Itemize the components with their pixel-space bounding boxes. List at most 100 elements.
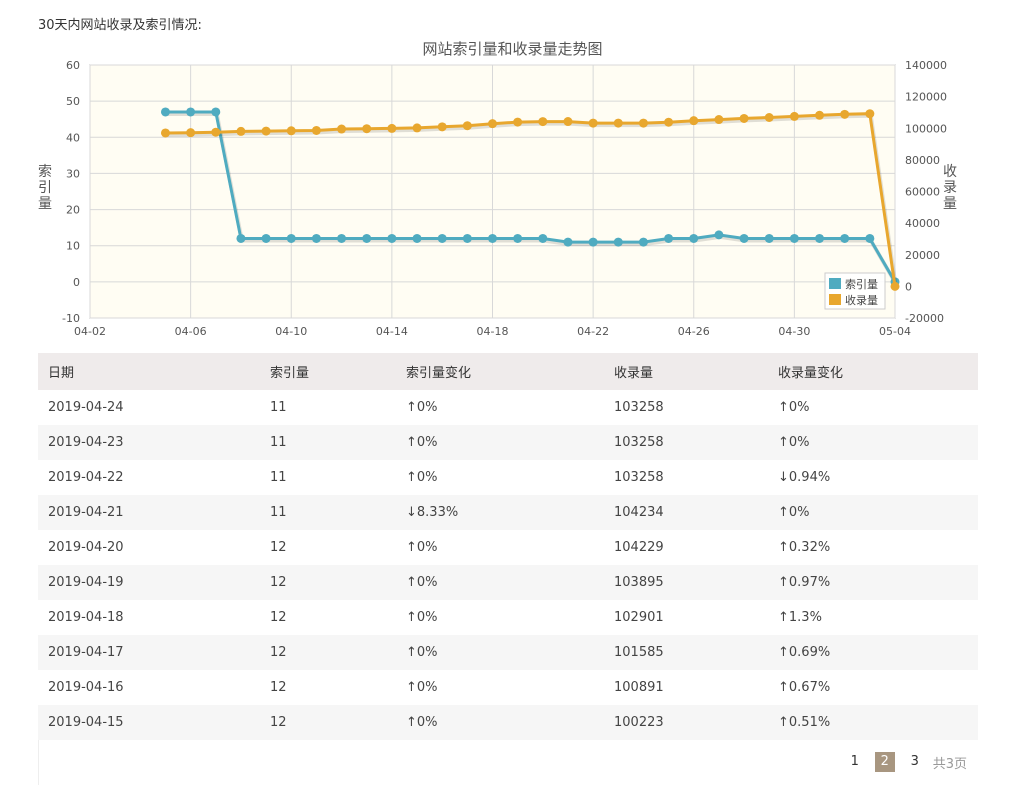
table-row: 2019-04-20 12 ↑0% 104229 ↑0.32%: [38, 530, 978, 565]
x-tick-label: 04-06: [175, 325, 207, 338]
y-axis-label-left: 索引量: [38, 163, 52, 212]
cell-index: 12: [260, 600, 396, 635]
data-point: [387, 123, 397, 133]
data-point: [186, 107, 196, 117]
data-point: [638, 118, 648, 128]
data-point: [865, 233, 875, 243]
data-point: [815, 233, 825, 243]
table-header-row: 日期 索引量 索引量变化 收录量 收录量变化: [38, 353, 978, 390]
data-point: [513, 117, 523, 127]
y-axis-label-right: 收录量: [943, 164, 957, 212]
data-point: [387, 233, 397, 243]
data-point: [236, 126, 246, 136]
data-point: [412, 233, 422, 243]
cell-index: 11: [260, 390, 396, 425]
header-index: 索引量: [260, 353, 396, 390]
data-point: [739, 233, 749, 243]
x-tick-label: 04-14: [376, 325, 408, 338]
data-point: [613, 237, 623, 247]
cell-record: 102901: [604, 600, 768, 635]
cell-index: 12: [260, 705, 396, 740]
cell-index: 12: [260, 565, 396, 600]
data-point: [286, 233, 296, 243]
page-link-1[interactable]: 1: [845, 752, 865, 772]
cell-record: 100223: [604, 705, 768, 740]
y-right-tick-label: 140000: [905, 59, 947, 72]
data-point: [664, 117, 674, 127]
data-point: [261, 126, 271, 136]
table-row: 2019-04-23 11 ↑0% 103258 ↑0%: [38, 425, 978, 460]
cell-date: 2019-04-23: [38, 425, 260, 460]
page-link-3[interactable]: 3: [905, 752, 925, 772]
data-point: [664, 233, 674, 243]
cell-record-change: ↑0.32%: [768, 530, 978, 565]
header-index-change: 索引量变化: [396, 353, 604, 390]
data-point: [588, 118, 598, 128]
x-tick-label: 04-02: [74, 325, 106, 338]
data-point: [337, 233, 347, 243]
data-point: [563, 117, 573, 127]
data-point: [689, 233, 699, 243]
data-point: [362, 124, 372, 134]
page-link-2[interactable]: 2: [874, 752, 895, 772]
y-right-tick-label: -20000: [905, 312, 944, 325]
data-point: [286, 126, 296, 136]
data-point: [488, 119, 497, 129]
data-point: [412, 123, 422, 133]
cell-index: 11: [260, 460, 396, 495]
cell-index-change: ↑0%: [396, 530, 604, 565]
data-point: [714, 115, 724, 125]
cell-index: 12: [260, 635, 396, 670]
pagination: 1 2 3 共3页: [835, 752, 967, 772]
chart-title: 网站索引量和收录量走势图: [422, 40, 602, 58]
cell-date: 2019-04-17: [38, 635, 260, 670]
y-right-tick-label: 60000: [905, 186, 940, 199]
page-total: 共3页: [932, 756, 967, 772]
legend-swatch: [829, 294, 841, 305]
data-point: [890, 281, 900, 291]
cell-index-change: ↑0%: [396, 460, 604, 495]
data-point: [261, 233, 271, 243]
data-point: [462, 233, 472, 243]
table-row: 2019-04-21 11 ↓8.33% 104234 ↑0%: [38, 495, 978, 530]
table-row: 2019-04-24 11 ↑0% 103258 ↑0%: [38, 390, 978, 425]
table-row: 2019-04-16 12 ↑0% 100891 ↑0.67%: [38, 670, 978, 705]
cell-date: 2019-04-21: [38, 495, 260, 530]
data-point: [211, 127, 221, 137]
trend-chart: 04-02 04-06 04-10 04-14 04-18 04-22 04-26 04-30…: [38, 40, 957, 338]
data-point: [789, 111, 799, 121]
cell-date: 2019-04-19: [38, 565, 260, 600]
y-left-tick-label: 60: [66, 59, 80, 72]
cell-index-change: ↑0%: [396, 600, 604, 635]
cell-index-change: ↑0%: [396, 565, 604, 600]
legend-label: 索引量: [845, 277, 878, 291]
data-point: [538, 233, 548, 243]
cell-record-change: ↑0%: [768, 425, 978, 460]
header-date: 日期: [38, 353, 260, 390]
data-point: [211, 107, 221, 117]
data-point: [764, 233, 774, 243]
cell-index: 11: [260, 495, 396, 530]
table-row: 2019-04-15 12 ↑0% 100223 ↑0.51%: [38, 705, 978, 740]
cell-record: 103258: [604, 390, 768, 425]
table-row: 2019-04-18 12 ↑0% 102901 ↑1.3%: [38, 600, 978, 635]
y-left-tick-label: 0: [73, 276, 80, 289]
data-point: [538, 117, 548, 127]
x-tick-label: 04-30: [778, 325, 810, 338]
data-point: [160, 128, 170, 138]
cell-date: 2019-04-24: [38, 390, 260, 425]
cell-record: 104229: [604, 530, 768, 565]
y-right-tick-label: 80000: [905, 154, 940, 167]
y-right-tick-label: 20000: [905, 249, 940, 262]
data-point: [160, 107, 170, 117]
y-left-tick-label: -10: [62, 312, 80, 325]
data-point: [311, 125, 321, 135]
data-point: [563, 237, 573, 247]
data-point: [764, 112, 774, 122]
cell-date: 2019-04-16: [38, 670, 260, 705]
cell-record: 103895: [604, 565, 768, 600]
y-left-tick-label: 40: [66, 131, 80, 144]
cell-index-change: ↑0%: [396, 390, 604, 425]
y-right-tick-label: 100000: [905, 122, 947, 135]
cell-record: 104234: [604, 495, 768, 530]
